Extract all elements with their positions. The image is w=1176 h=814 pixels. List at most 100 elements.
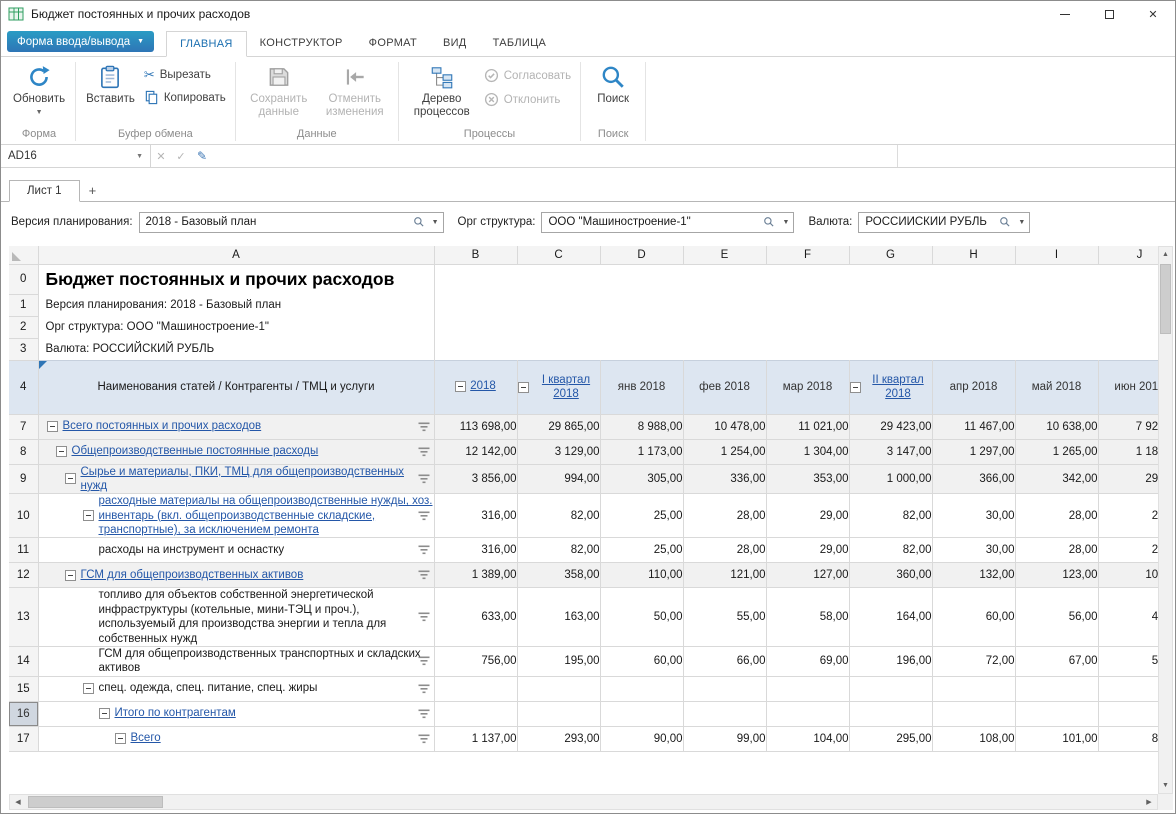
value-cell[interactable] [849,701,932,726]
collapse-icon[interactable] [56,446,67,457]
collapse-icon[interactable] [47,421,58,432]
value-cell[interactable]: 8 988,00 [600,414,683,439]
scroll-left-arrow[interactable]: ◀ [10,795,26,809]
tab-vid[interactable]: ВИД [430,31,480,56]
value-cell[interactable]: 127,00 [766,563,849,588]
value-cell[interactable]: 69,00 [766,646,849,676]
row-header[interactable]: 12 [9,563,38,588]
row-name-cell[interactable]: ГСМ для общепроизводственных транспортны… [38,646,434,676]
add-sheet-button[interactable]: + [80,180,106,201]
value-cell[interactable]: 342,00 [1015,464,1098,494]
value-cell[interactable]: 82,00 [517,494,600,538]
value-cell[interactable]: 28,00 [1015,538,1098,563]
value-cell[interactable] [1098,701,1158,726]
value-cell[interactable]: 28,00 [1015,494,1098,538]
collapse-icon[interactable] [99,708,110,719]
row-header[interactable]: 9 [9,464,38,494]
value-cell[interactable]: 66,00 [683,646,766,676]
value-cell[interactable]: 1 137,00 [434,726,517,751]
value-cell[interactable]: 30,00 [932,538,1015,563]
currency-combo[interactable]: РОССИЙСКИЙ РУБЛЬ ▼ [858,212,1030,233]
value-cell[interactable] [766,701,849,726]
close-button[interactable]: ✕ [1131,1,1175,27]
row-name[interactable]: Общепроизводственные постоянные расходы [72,444,319,458]
value-cell[interactable]: 28,00 [683,538,766,563]
search-icon[interactable] [996,216,1014,228]
value-cell[interactable]: 25,00 [600,538,683,563]
value-cell[interactable]: 295,00 [849,726,932,751]
value-cell[interactable]: 105,00 [1098,563,1158,588]
tab-tablitsa[interactable]: ТАБЛИЦА [480,31,560,56]
row-header[interactable]: 17 [9,726,38,751]
column-header-C[interactable]: C [517,246,600,264]
row-header[interactable]: 3 [9,338,38,360]
value-cell[interactable]: 29 423,00 [849,414,932,439]
paste-button[interactable]: Вставить [81,59,140,108]
horizontal-scrollbar[interactable]: ◀ ▶ [9,794,1158,810]
chevron-down-icon[interactable]: ▼ [778,213,793,232]
empty-cell[interactable] [434,264,1158,294]
row-header[interactable]: 11 [9,538,38,563]
approve-button[interactable]: Согласовать [484,68,571,83]
filter-icon[interactable] [418,611,430,623]
org-structure-combo[interactable]: ООО "Машиностроение-1" ▼ [541,212,794,233]
value-cell[interactable]: 1 000,00 [849,464,932,494]
value-cell[interactable]: 99,00 [683,726,766,751]
value-cell[interactable]: 90,00 [600,726,683,751]
vertical-scroll-track[interactable] [1159,262,1172,778]
row-name[interactable]: расходные материалы на общепроизводствен… [99,494,434,537]
row-name-cell[interactable]: ГСМ для общепроизводственных активов [38,563,434,588]
value-cell[interactable]: 101,00 [1015,726,1098,751]
value-cell[interactable]: 3 147,00 [849,439,932,464]
value-cell[interactable]: 164,00 [849,588,932,647]
filter-icon[interactable] [418,683,430,695]
period-column-header[interactable]: I квартал 2018 [517,360,600,414]
row-header[interactable]: 7 [9,414,38,439]
value-cell[interactable]: 366,00 [932,464,1015,494]
filter-icon[interactable] [418,446,430,458]
row-name[interactable]: Итого по контрагентам [115,706,236,720]
value-cell[interactable] [1098,676,1158,701]
value-cell[interactable]: 82,00 [849,494,932,538]
value-cell[interactable]: 305,00 [600,464,683,494]
row-name-cell[interactable]: расходы на инструмент и оснастку [38,538,434,563]
search-button[interactable]: Поиск [586,59,640,108]
value-cell[interactable]: 1 389,00 [434,563,517,588]
cancel-entry-icon[interactable]: ✕ [151,150,171,163]
value-cell[interactable]: 50,00 [600,588,683,647]
period-column-header[interactable]: II квартал 2018 [849,360,932,414]
value-cell[interactable]: 58,00 [766,588,849,647]
formula-input[interactable] [213,145,897,167]
value-cell[interactable]: 86,00 [1098,726,1158,751]
value-cell[interactable]: 82,00 [517,538,600,563]
confirm-entry-icon[interactable]: ✓ [171,150,191,163]
row-header[interactable]: 8 [9,439,38,464]
row-name[interactable]: Всего [131,731,161,745]
period-column-header[interactable]: 2018 [434,360,517,414]
value-cell[interactable] [517,676,600,701]
period-column-header[interactable]: фев 2018 [683,360,766,414]
value-cell[interactable]: 336,00 [683,464,766,494]
row-name-cell[interactable]: спец. одежда, спец. питание, спец. жиры [38,676,434,701]
value-cell[interactable]: 10 478,00 [683,414,766,439]
info-cell[interactable]: Орг структура: ООО "Машиностроение-1" [38,316,434,338]
period-column-header[interactable]: янв 2018 [600,360,683,414]
info-cell[interactable]: Валюта: РОССИЙСКИЙ РУБЛЬ [38,338,434,360]
filter-icon[interactable] [418,510,430,522]
row-name-cell[interactable]: Всего постоянных и прочих расходов [38,414,434,439]
value-cell[interactable] [932,701,1015,726]
row-header[interactable]: 2 [9,316,38,338]
collapse-icon[interactable] [518,382,529,393]
collapse-icon[interactable] [65,473,76,484]
tab-konstruktor[interactable]: КОНСТРУКТОР [247,31,356,56]
value-cell[interactable]: 113 698,00 [434,414,517,439]
vertical-scroll-thumb[interactable] [1160,264,1171,334]
value-cell[interactable] [1015,701,1098,726]
edit-formula-icon[interactable]: ✎ [191,149,213,163]
filter-icon[interactable] [418,473,430,485]
value-cell[interactable]: 24,00 [1098,538,1158,563]
period-label[interactable]: II квартал 2018 [865,373,932,402]
value-cell[interactable]: 57,00 [1098,646,1158,676]
value-cell[interactable]: 1 265,00 [1015,439,1098,464]
value-cell[interactable]: 353,00 [766,464,849,494]
